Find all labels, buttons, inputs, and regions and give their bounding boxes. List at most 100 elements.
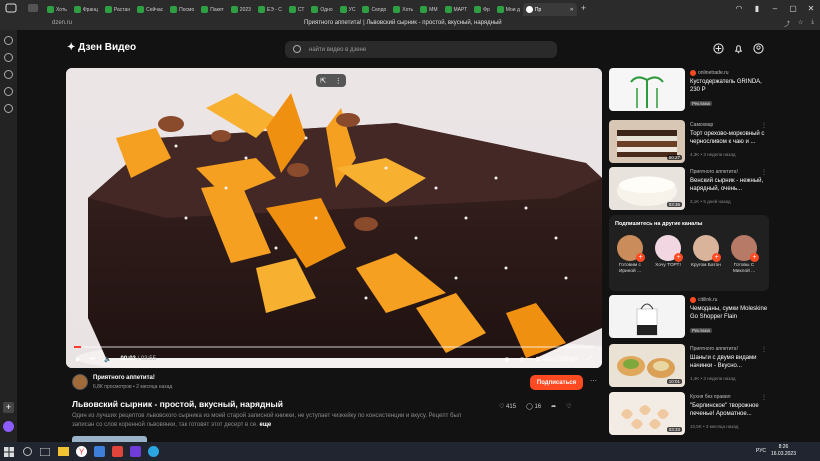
video-player[interactable]: ⇱ ⋮ ▶ ⏭ 🔈 00:03 / 03:55 ◉ ◎ ⚙ Авто (1080… (66, 68, 602, 368)
play-icon[interactable] (4, 70, 13, 79)
tabs-list-icon[interactable] (22, 0, 44, 16)
volume-icon[interactable]: 🔈 (104, 356, 111, 363)
channel-suggestion[interactable]: + Готовим с Ириной ... (615, 235, 645, 275)
language-indicator[interactable]: РУС (756, 448, 766, 454)
app-icon[interactable] (108, 442, 126, 461)
minimize-button[interactable]: – (766, 4, 784, 13)
browser-tab[interactable]: Хоть (390, 3, 416, 16)
collections-icon[interactable] (4, 53, 13, 62)
settings-gear-icon[interactable]: ⚙ Авто (1080p) (535, 356, 577, 363)
browser-tab[interactable]: Растан (102, 3, 133, 16)
alice-icon[interactable] (3, 421, 14, 432)
comments-button[interactable]: ◯ 16 (526, 403, 541, 410)
browser-menu-icon[interactable] (0, 0, 22, 16)
channel-suggestion[interactable]: + Готовы С Миклой ... (729, 235, 759, 275)
autoplay-toggle-icon[interactable]: ◉ (504, 356, 509, 363)
close-window-button[interactable]: ✕ (802, 4, 820, 13)
card-title: Чемоданы, сумки Moleskine Go Shopper Fla… (690, 306, 768, 320)
explorer-icon[interactable] (54, 442, 72, 461)
rec-card-3[interactable]: 03:36 Приятного аппетита! Венский сырник… (609, 167, 769, 212)
start-icon[interactable] (0, 442, 18, 461)
bookmarks-icon[interactable]: ▮ (748, 4, 766, 13)
browser-tab[interactable]: Фр (471, 3, 493, 16)
browser-tab[interactable]: Селдо (359, 3, 389, 16)
play-button[interactable]: ▶ (76, 356, 81, 363)
card-more-icon[interactable]: ⋮ (761, 346, 767, 353)
plus-icon[interactable]: + (674, 253, 683, 262)
bookmark-icon[interactable]: ☆ (798, 19, 803, 28)
subtitles-icon[interactable]: ◎ (519, 356, 524, 363)
browser-tab[interactable]: УС (337, 3, 359, 16)
task-view-icon[interactable] (36, 442, 54, 461)
card-more-icon[interactable]: ⋮ (761, 122, 767, 129)
channel-avatar: + (693, 235, 721, 262)
plus-icon[interactable]: + (750, 253, 759, 262)
rec-card-6[interactable]: 03:33 Кухня без правил "Берлинское" твор… (609, 392, 769, 437)
card-more-icon[interactable]: ⋮ (761, 169, 767, 176)
browser-tab[interactable]: Мои д (494, 3, 523, 16)
plus-icon[interactable]: + (636, 253, 645, 262)
messenger-icon[interactable] (4, 104, 13, 113)
browser-tab[interactable]: Сейчас (134, 3, 166, 16)
card-thumbnail: 03:33 (609, 392, 685, 435)
share-video-icon[interactable]: ⇱ (320, 77, 326, 85)
tab-label: УС (348, 6, 356, 13)
plus-icon[interactable]: + (712, 253, 721, 262)
edge-icon[interactable] (144, 442, 162, 461)
next-button[interactable]: ⏭ (90, 356, 95, 363)
browser-tab[interactable]: Франц (71, 3, 101, 16)
video-description: Один из лучших рецептов львовского сырни… (72, 413, 462, 428)
add-post-icon[interactable] (713, 43, 724, 54)
browser-tab[interactable]: Пакет (198, 3, 227, 16)
rec-card-ad-2[interactable]: citilink.ru Чемоданы, сумки Moleskine Go… (609, 295, 769, 340)
like-button[interactable]: ♡ 415 (499, 403, 516, 410)
channel-name[interactable]: Приятного аппетита! (93, 375, 155, 381)
share-icon[interactable]: ⤴ (784, 19, 790, 28)
bell-icon[interactable] (733, 43, 744, 54)
new-tab-button[interactable]: + (581, 3, 586, 13)
channel-avatar[interactable] (72, 374, 88, 390)
app-icon[interactable] (126, 442, 144, 461)
player-top-controls: ⇱ ⋮ (316, 74, 346, 87)
player-more-icon[interactable]: ⋮ (335, 77, 342, 85)
browser-tab[interactable]: Посмо (167, 3, 197, 16)
browser-tab[interactable]: ММ (417, 3, 440, 16)
add-panel-button[interactable]: + (3, 402, 14, 413)
browser-tab[interactable]: ЕЭ - С (255, 3, 285, 16)
card-meta: 3,1K • 5 дней назад (690, 199, 731, 204)
channel-suggestion[interactable]: + Кругом Батон (691, 235, 721, 269)
browser-tab[interactable]: 2023 (228, 3, 254, 16)
url-text[interactable]: dzen.ru (52, 20, 72, 26)
yandex-browser-icon[interactable]: Y (72, 442, 90, 461)
history-icon[interactable] (4, 36, 13, 45)
download-icon[interactable]: ⤓ (811, 19, 814, 28)
clock[interactable]: 8:26 16.03.2023 (771, 444, 796, 458)
headphones-icon[interactable]: ◠ (730, 4, 748, 13)
close-tab-icon[interactable]: ✕ (570, 7, 574, 13)
subscribe-button[interactable]: Подписаться (530, 375, 583, 390)
profile-icon[interactable] (753, 43, 764, 54)
channel-suggestion[interactable]: + Хочу ТОРТ! (653, 235, 683, 269)
browser-tab[interactable]: МАРТ (442, 3, 471, 16)
browser-tab[interactable]: СТ (286, 3, 308, 16)
dislike-button[interactable]: ♡ (566, 403, 571, 410)
search-input[interactable]: найти видео в дзене (285, 41, 557, 58)
rec-card-ad-1[interactable]: onlinetrade.ru Кустодержатель GRINDA, 23… (609, 68, 769, 113)
maximize-button[interactable]: ▢ (784, 4, 802, 13)
app-icon[interactable] (90, 442, 108, 461)
card-more-icon[interactable]: ⋮ (761, 394, 767, 401)
browser-tab[interactable]: Одно (308, 3, 335, 16)
search-taskbar-icon[interactable] (18, 442, 36, 461)
rec-card-5[interactable]: 10:01 Приятного аппетита! Шаньги с двумя… (609, 344, 769, 389)
more-options-icon[interactable]: ⋯ (590, 377, 597, 385)
card-thumbnail: 10:01 (609, 344, 685, 387)
progress-bar[interactable] (74, 346, 594, 348)
active-tab[interactable]: Пр ✕ (522, 3, 577, 16)
more-link[interactable]: еще (260, 422, 272, 428)
browser-tab[interactable]: Хоть (44, 3, 70, 16)
logo[interactable]: ✦ Дзен Видео (67, 42, 136, 53)
dzen-icon[interactable] (4, 87, 13, 96)
rec-card-2[interactable]: 00:27 Самохвар Торт орехово-морковный с … (609, 120, 769, 165)
fullscreen-icon[interactable]: ⤢ (587, 356, 592, 363)
share-button[interactable]: ➦ (551, 403, 556, 410)
